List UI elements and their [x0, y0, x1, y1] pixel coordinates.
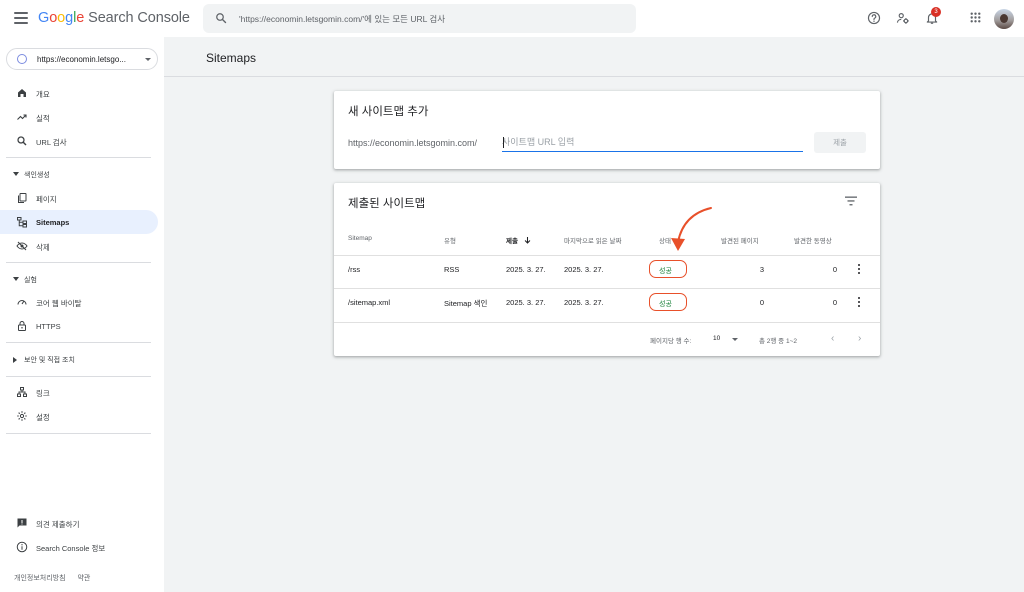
add-sitemap-title: 새 사이트맵 추가 — [348, 106, 429, 118]
nav-url-inspection[interactable]: URL 검사 — [0, 129, 158, 153]
nav-https[interactable]: HTTPS — [0, 314, 158, 338]
section-indexing[interactable]: 색인생성 — [0, 164, 158, 184]
links-icon — [17, 387, 27, 397]
url-inspect-search[interactable]: 'https://economin.letsgomin.com/'에 있는 모든… — [203, 4, 636, 33]
speed-icon — [17, 300, 27, 305]
privacy-link[interactable]: 개인정보처리방침 — [14, 575, 66, 582]
submit-button[interactable]: 제출 — [814, 132, 866, 153]
sidebar: https://economin.letsgo... 개요 실적 URL 검사 … — [0, 37, 164, 592]
sitemap-icon — [17, 217, 27, 228]
section-security[interactable]: 보안 및 직접 조치 — [0, 349, 158, 369]
next-page-icon[interactable]: › — [858, 333, 861, 344]
col-submitted[interactable]: 제출 — [506, 235, 531, 245]
divider — [6, 376, 151, 377]
footer-links: 개인정보처리방침 약관 — [14, 573, 100, 583]
help-icon[interactable] — [867, 11, 881, 25]
manage-users-icon[interactable] — [896, 11, 910, 25]
search-console-logo[interactable]: Google Search Console — [38, 10, 190, 26]
nav-core-web-vitals[interactable]: 코어 웹 바이탈 — [0, 290, 158, 314]
home-icon — [18, 89, 26, 97]
property-selector[interactable]: https://economin.letsgo... — [6, 48, 158, 70]
prev-page-icon[interactable]: ‹ — [831, 333, 834, 344]
trending-up-icon — [17, 114, 27, 120]
notification-badge: 3 — [931, 7, 941, 17]
more-vert-icon[interactable] — [858, 297, 861, 309]
col-videos[interactable]: 발견한 동영상 — [794, 235, 832, 245]
divider — [6, 262, 151, 263]
col-sitemap[interactable]: Sitemap — [348, 235, 372, 242]
property-url: https://economin.letsgo... — [37, 55, 126, 64]
apps-icon[interactable] — [969, 11, 982, 24]
annotation-arrow — [671, 207, 712, 251]
lock-icon — [18, 321, 26, 331]
nav-removals[interactable]: 삭제 — [0, 234, 158, 258]
row-divider — [334, 322, 880, 323]
search-placeholder: 'https://economin.letsgomin.com/'에 있는 모든… — [239, 14, 446, 24]
top-app-bar: Google Search Console 'https://economin.… — [0, 0, 1024, 37]
menu-icon[interactable] — [14, 12, 28, 24]
product-name: Search Console — [88, 10, 190, 26]
search-icon — [216, 13, 227, 24]
settings-icon — [17, 411, 27, 421]
more-vert-icon[interactable] — [858, 264, 861, 276]
caret-down-icon — [13, 277, 19, 281]
submitted-sitemaps-card: 제출된 사이트맵 Sitemap 유형 제출 마지막으로 읽은 날짜 상태 발견… — [334, 183, 880, 356]
pagination-range: 총 2행 중 1~2 — [759, 338, 797, 345]
table-row-videos: 0 — [832, 298, 837, 307]
rows-per-page-label: 페이지당 행 수: — [650, 338, 692, 345]
table-row-videos: 0 — [832, 265, 837, 274]
nav-pages[interactable]: 페이지 — [0, 186, 158, 210]
status-badge: 성공 — [659, 301, 672, 308]
sitemap-url-input[interactable] — [502, 133, 803, 152]
caret-down-icon — [13, 172, 19, 176]
nav-sitemaps[interactable]: Sitemaps — [0, 210, 158, 234]
nav-overview[interactable]: 개요 — [0, 81, 158, 105]
add-sitemap-card: 새 사이트맵 추가 https://economin.letsgomin.com… — [334, 91, 880, 169]
account-avatar[interactable] — [994, 9, 1014, 29]
search-icon — [17, 136, 27, 146]
row-divider — [334, 255, 880, 256]
caret-down-icon — [145, 58, 151, 61]
rows-per-page-select[interactable]: 10 — [713, 335, 720, 342]
submitted-sitemaps-title: 제출된 사이트맵 — [348, 198, 426, 210]
feedback-icon — [17, 518, 27, 528]
nav-settings[interactable]: 설정 — [0, 404, 158, 428]
table-row-sitemap[interactable]: /sitemap.xml — [348, 298, 390, 307]
filter-icon[interactable] — [845, 196, 857, 206]
caret-right-icon — [13, 357, 17, 363]
page-title: Sitemaps — [206, 51, 257, 65]
col-type[interactable]: 유형 — [444, 235, 456, 245]
table-row-submitted: 2025. 3. 27. — [506, 265, 546, 274]
nav-about[interactable]: Search Console 정보 — [0, 535, 158, 559]
terms-link[interactable]: 약관 — [77, 575, 90, 582]
nav-feedback[interactable]: 의견 제출하기 — [0, 511, 158, 535]
divider — [6, 433, 151, 434]
nav-performance[interactable]: 실적 — [0, 105, 158, 129]
visibility-off-icon — [16, 241, 28, 251]
globe-icon — [17, 54, 27, 64]
caret-down-icon[interactable] — [732, 338, 738, 341]
table-row-last-read: 2025. 3. 27. — [564, 298, 604, 307]
section-experience[interactable]: 실험 — [0, 269, 158, 289]
header-divider — [164, 76, 1024, 77]
table-row-pages: 3 — [759, 265, 764, 274]
text-cursor — [503, 137, 504, 148]
table-row-submitted: 2025. 3. 27. — [506, 298, 546, 307]
info-icon — [16, 541, 28, 553]
table-row-type: RSS — [444, 265, 460, 274]
status-badge: 성공 — [659, 268, 672, 275]
row-divider — [334, 288, 880, 289]
table-row-pages: 0 — [759, 298, 764, 307]
divider — [6, 342, 151, 343]
url-prefix: https://economin.letsgomin.com/ — [348, 138, 478, 148]
divider — [6, 157, 151, 158]
nav-links[interactable]: 링크 — [0, 380, 158, 404]
col-last-read[interactable]: 마지막으로 읽은 날짜 — [564, 235, 621, 245]
pages-icon — [18, 193, 27, 203]
table-row-type: Sitemap 색인 — [444, 299, 488, 308]
sort-arrow-down-icon — [524, 237, 531, 244]
table-row-last-read: 2025. 3. 27. — [564, 265, 604, 274]
table-row-sitemap[interactable]: /rss — [348, 265, 360, 274]
col-pages[interactable]: 발견된 페이지 — [721, 235, 759, 245]
